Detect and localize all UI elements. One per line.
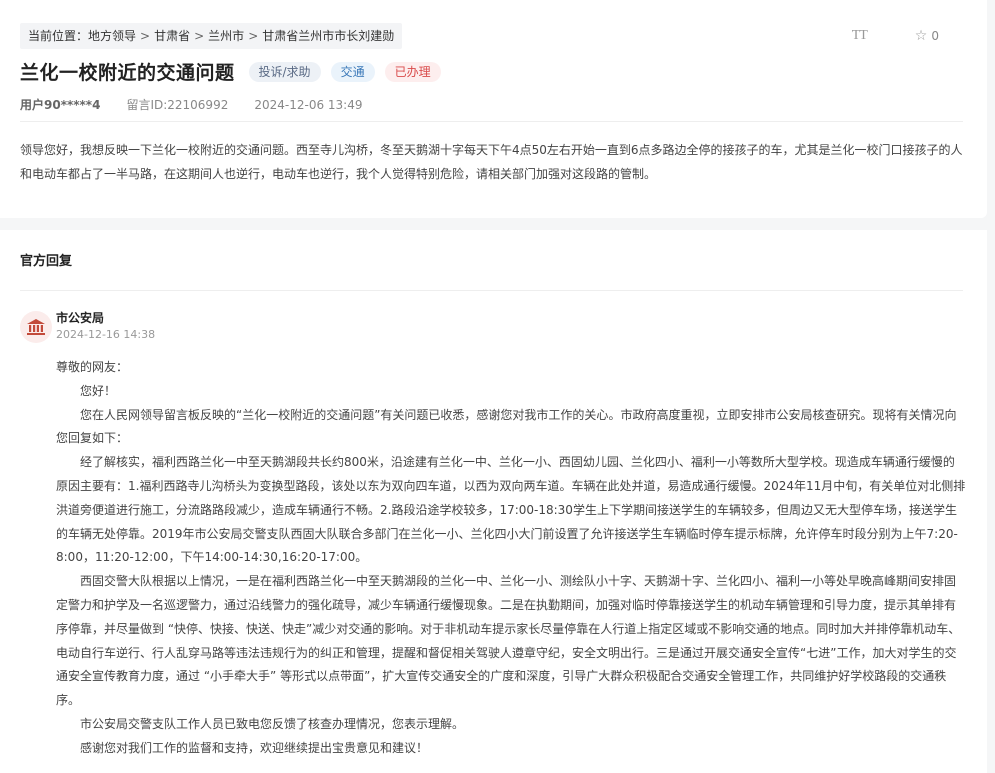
page-title: 兰化一校附近的交通问题 — [20, 62, 235, 84]
breadcrumb: 当前位置：地方领导 > 甘肃省 > 兰州市 > 甘肃省兰州市市长刘建勋 — [20, 23, 403, 49]
breadcrumb-link-mayor[interactable]: 甘肃省兰州市市长刘建勋 — [262, 29, 394, 43]
title-row: 兰化一校附近的交通问题 投诉/求助 交通 已办理 — [20, 58, 441, 85]
reply-paragraph: 西固交警大队根据以上情况，一是在福利西路兰化一中至天鹅湖段的兰化一中、兰化一小、… — [56, 574, 961, 708]
reply-greeting: 尊敬的网友： — [56, 360, 129, 374]
reply-organization: 市公安局 — [56, 311, 105, 325]
breadcrumb-link-lanzhou[interactable]: 兰州市 — [208, 29, 244, 43]
breadcrumb-separator: > — [248, 29, 259, 43]
message-datetime: 2024-12-06 13:49 — [254, 98, 363, 112]
toolbar: TT ☆ 0 — [852, 28, 939, 44]
tag-type: 投诉/求助 — [248, 61, 321, 82]
building-icon — [27, 319, 45, 335]
username: 用户90*****4 — [20, 98, 101, 112]
tag-category: 交通 — [330, 61, 375, 82]
breadcrumb-prefix: 当前位置： — [28, 29, 89, 43]
reply-paragraph: 经了解核实，福利西路兰化一中至天鹅湖段共长约800米，沿途建有兰化一中、兰化一小… — [56, 455, 966, 565]
avatar — [20, 311, 52, 343]
divider — [20, 121, 963, 122]
breadcrumb-separator: > — [140, 29, 151, 43]
message-content: 领导您好，我想反映一下兰化一校附近的交通问题。西至寺儿沟桥，冬至天鹅湖十字每天下… — [20, 143, 963, 181]
message-card: 当前位置：地方领导 > 甘肃省 > 兰州市 > 甘肃省兰州市市长刘建勋 TT ☆ 0 兰化一… — [0, 0, 987, 218]
favorite-count: 0 — [931, 29, 939, 43]
message-id: 留言ID:22106992 — [126, 98, 229, 112]
breadcrumb-link-gansu[interactable]: 甘肃省 — [154, 29, 190, 43]
divider — [20, 290, 963, 291]
breadcrumb-link-leaders[interactable]: 地方领导 — [88, 29, 136, 43]
message-meta: 用户90*****4 留言ID:22106992 2024-12-06 13:49 — [20, 96, 362, 113]
section-title: 官方回复 — [20, 254, 73, 269]
favorite-button[interactable]: ☆ 0 — [915, 28, 939, 44]
star-icon: ☆ — [914, 28, 928, 44]
reply-body: 尊敬的网友： 您好！ 您在人民网领导留言板反映的“兰化一校附近的交通问题”有关问… — [56, 356, 966, 761]
reply-paragraph: 您在人民网领导留言板反映的“兰化一校附近的交通问题”有关问题已收悉，感谢您对我市… — [56, 407, 957, 446]
reply-paragraph: 感谢您对我们工作的监督和支持，欢迎继续提出宝贵意见和建议！ — [80, 740, 429, 755]
reply-time: 2024-12-16 14:38 — [56, 328, 156, 341]
breadcrumb-separator: > — [194, 29, 205, 43]
reply-paragraph: 市公安局交警支队工作人员已致电您反馈了核查办理情况，您表示理解。 — [80, 716, 465, 731]
font-size-icon[interactable]: TT — [852, 28, 868, 44]
reply-paragraph: 您好！ — [80, 383, 117, 398]
tag-status: 已办理 — [384, 61, 441, 82]
